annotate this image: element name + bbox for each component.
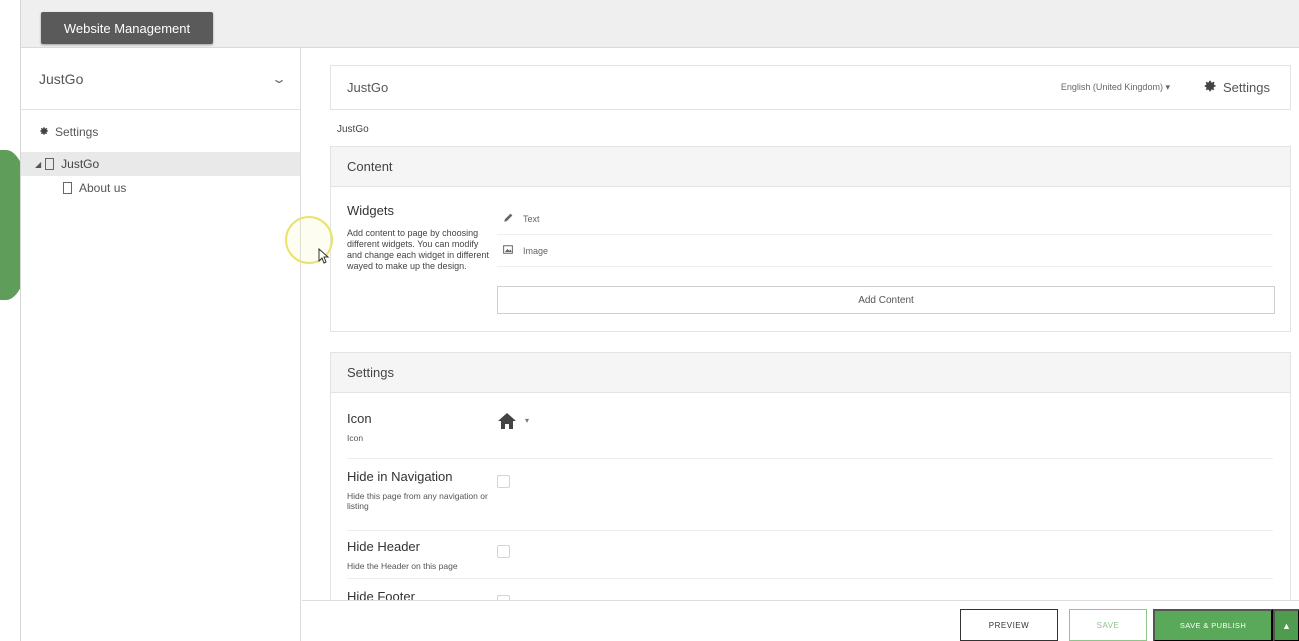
language-label: English (United Kingdom) <box>1060 82 1163 92</box>
setting-label: Hide Footer <box>347 589 415 600</box>
widgets-title: Widgets <box>347 203 394 218</box>
page-icon <box>63 182 72 194</box>
setting-row-hide-in-navigation: Hide in Navigation Hide this page from a… <box>347 469 1273 531</box>
tree-item-about-us[interactable]: About us <box>21 176 300 200</box>
content-panel: Content Widgets Add content to page by c… <box>330 146 1291 332</box>
hide-in-navigation-checkbox[interactable] <box>497 475 510 488</box>
main-editor: JustGo English (United Kingdom) ▾ Settin… <box>302 48 1299 600</box>
preview-button[interactable]: PREVIEW <box>960 609 1058 641</box>
caret-down-icon[interactable]: ▾ <box>525 416 529 425</box>
page-icon <box>45 158 55 170</box>
settings-panel-title: Settings <box>331 353 1290 393</box>
setting-row-hide-footer: Hide Footer <box>347 589 1273 600</box>
save-button[interactable]: SAVE <box>1069 609 1147 641</box>
top-bar: Website Management <box>21 0 1299 48</box>
widget-text[interactable]: Text <box>497 203 1273 235</box>
widget-image[interactable]: Image <box>497 235 1273 267</box>
setting-row-hide-header: Hide Header Hide the Header on this page <box>347 539 1273 579</box>
site-selector-label: JustGo <box>39 70 84 87</box>
setting-description: Hide the Header on this page <box>347 561 458 571</box>
image-icon <box>503 245 513 256</box>
tree-item-label: About us <box>79 181 127 195</box>
setting-label: Hide Header <box>347 539 420 554</box>
home-icon[interactable] <box>497 412 517 435</box>
widgets-description: Add content to page by choosing differen… <box>347 228 489 271</box>
content-panel-title: Content <box>331 147 1290 187</box>
app-window: Website Management JustGo ⌄ Settings ◢ J… <box>20 0 1299 641</box>
page-header: JustGo English (United Kingdom) ▾ Settin… <box>330 65 1291 110</box>
hide-header-checkbox[interactable] <box>497 545 510 558</box>
page-settings-button[interactable]: Settings <box>1203 79 1270 96</box>
chevron-down-icon: ⌄ <box>270 71 288 86</box>
setting-description: Icon <box>347 433 364 443</box>
setting-label: Hide in Navigation <box>347 469 453 484</box>
setting-description: Hide this page from any navigation or li… <box>347 491 488 511</box>
add-content-button[interactable]: Add Content <box>497 286 1275 314</box>
sidebar-item-label: Settings <box>55 125 99 139</box>
page-title: JustGo <box>347 80 389 95</box>
gear-icon <box>1203 79 1217 96</box>
caret-down-icon[interactable]: ◢ <box>35 160 41 169</box>
website-management-button[interactable]: Website Management <box>41 12 213 44</box>
mouse-cursor-icon <box>318 247 330 269</box>
widget-label: Text <box>523 213 540 224</box>
action-footer: PREVIEW SAVE SAVE & PUBLISH ▲ <box>302 600 1299 641</box>
tree-item-label: JustGo <box>61 157 100 171</box>
language-select[interactable]: English (United Kingdom) ▾ <box>1061 82 1170 93</box>
gear-icon <box>39 125 49 139</box>
sidebar: JustGo ⌄ Settings ◢ JustGo About us <box>21 48 301 641</box>
widget-label: Image <box>523 245 549 256</box>
sidebar-item-settings[interactable]: Settings <box>21 112 300 152</box>
caret-up-icon[interactable]: ▲ <box>1273 609 1299 641</box>
page-settings-label: Settings <box>1223 80 1270 95</box>
setting-label: Icon <box>347 411 372 426</box>
pencil-icon <box>503 213 513 225</box>
tree-item-justgo[interactable]: ◢ JustGo <box>21 152 300 176</box>
breadcrumb: JustGo <box>337 124 369 135</box>
settings-panel: Settings Icon Icon ▾ Hide in Navigation … <box>330 352 1291 600</box>
site-selector[interactable]: JustGo ⌄ <box>21 48 300 110</box>
save-publish-button[interactable]: SAVE & PUBLISH <box>1153 609 1273 641</box>
caret-down-icon: ▾ <box>1165 82 1170 92</box>
setting-row-icon: Icon Icon ▾ <box>347 411 1273 459</box>
